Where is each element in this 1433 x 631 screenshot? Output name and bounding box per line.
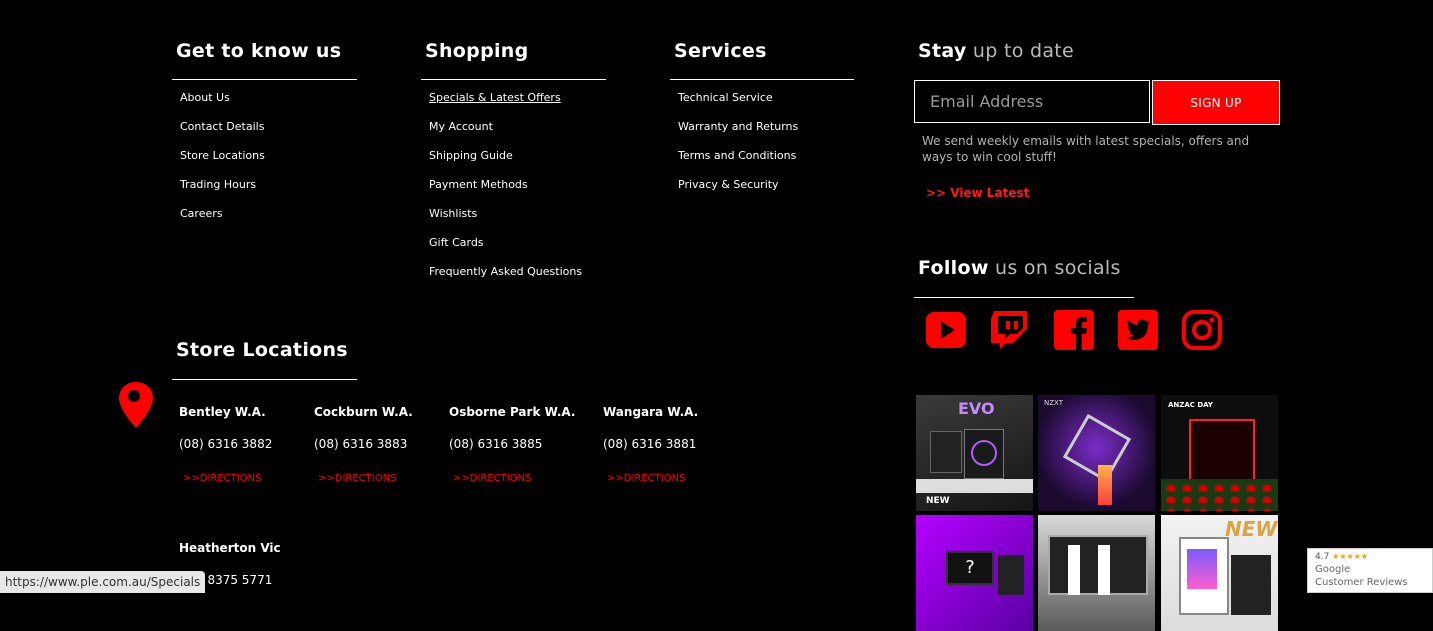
store-name: Cockburn W.A.	[314, 405, 413, 419]
services-links: Technical Service Warranty and Returns T…	[678, 88, 798, 204]
directions-link[interactable]: >>DIRECTIONS	[318, 473, 396, 484]
store-phone[interactable]: (08) 6316 3881	[603, 437, 696, 451]
careers-link[interactable]: Careers	[180, 207, 223, 220]
facebook-icon[interactable]	[1053, 309, 1095, 351]
instagram-tile[interactable]: NZXT	[1038, 395, 1155, 511]
trading-hours-link[interactable]: Trading Hours	[180, 178, 256, 191]
gift-cards-link[interactable]: Gift Cards	[429, 236, 484, 249]
directions-link[interactable]: >>DIRECTIONS	[183, 473, 261, 484]
warranty-returns-link[interactable]: Warranty and Returns	[678, 120, 798, 133]
instagram-tile[interactable]: EVO NEW	[916, 395, 1033, 511]
email-field-wrapper	[914, 80, 1150, 123]
column-title-shopping: Shopping	[425, 40, 529, 62]
instagram-tile[interactable]: ?	[916, 515, 1033, 631]
store-phone[interactable]: (08) 6316 3885	[449, 437, 542, 451]
store-name: Osborne Park W.A.	[449, 405, 576, 419]
status-bar-url: https://www.ple.com.au/Specials	[0, 571, 206, 593]
directions-link[interactable]: >>DIRECTIONS	[607, 473, 685, 484]
column-title-services: Services	[674, 40, 767, 62]
customer-reviews-label: Customer Reviews	[1315, 577, 1408, 588]
view-latest-link[interactable]: >> View Latest	[926, 186, 1029, 200]
store-name: Heatherton Vic	[179, 541, 281, 555]
about-us-link[interactable]: About Us	[180, 91, 230, 104]
shipping-guide-link[interactable]: Shipping Guide	[429, 149, 513, 162]
store-locations-title: Store Locations	[176, 339, 348, 361]
column-title-get-to-know-us: Get to know us	[176, 40, 342, 62]
shopping-links: Specials & Latest Offers My Account Ship…	[429, 88, 582, 291]
newsletter-title: Stay up to date	[918, 40, 1075, 62]
directions-link[interactable]: >>DIRECTIONS	[453, 473, 531, 484]
payment-methods-link[interactable]: Payment Methods	[429, 178, 528, 191]
socials-title: Follow us on socials	[918, 257, 1121, 279]
instagram-tile[interactable]: NEW	[1161, 515, 1278, 631]
instagram-tile[interactable]	[1038, 515, 1155, 631]
map-pin-icon	[119, 382, 153, 428]
sign-up-button[interactable]: SIGN UP	[1152, 80, 1280, 125]
divider	[172, 79, 357, 80]
my-account-link[interactable]: My Account	[429, 120, 493, 133]
specials-link[interactable]: Specials & Latest Offers	[429, 91, 561, 104]
get-to-know-us-links: About Us Contact Details Store Locations…	[180, 88, 265, 233]
rating-stars: ★★★★★	[1332, 552, 1369, 561]
rating-value: 4.7	[1315, 552, 1330, 562]
store-name: Wangara W.A.	[603, 405, 699, 419]
instagram-icon[interactable]	[1181, 309, 1223, 351]
newsletter-note: We send weekly emails with latest specia…	[922, 134, 1250, 164]
divider	[421, 79, 606, 80]
store-phone[interactable]: (08) 6316 3882	[179, 437, 272, 451]
wishlists-link[interactable]: Wishlists	[429, 207, 477, 220]
divider	[670, 79, 854, 80]
instagram-tile[interactable]: ANZAC DAY	[1161, 395, 1278, 511]
google-reviews-badge[interactable]: 4.7 ★★★★★ Google Customer Reviews	[1307, 548, 1433, 593]
twitch-icon[interactable]	[989, 309, 1031, 351]
contact-details-link[interactable]: Contact Details	[180, 120, 264, 133]
divider	[914, 297, 1134, 298]
youtube-icon[interactable]	[925, 309, 967, 351]
terms-link[interactable]: Terms and Conditions	[678, 149, 796, 162]
email-input[interactable]	[915, 81, 1149, 122]
store-name: Bentley W.A.	[179, 405, 266, 419]
store-locations-link[interactable]: Store Locations	[180, 149, 265, 162]
technical-service-link[interactable]: Technical Service	[678, 91, 773, 104]
store-phone[interactable]: (08) 6316 3883	[314, 437, 407, 451]
twitter-icon[interactable]	[1117, 309, 1159, 351]
google-label: Google	[1315, 564, 1351, 575]
divider	[172, 379, 357, 380]
faq-link[interactable]: Frequently Asked Questions	[429, 265, 582, 278]
privacy-link[interactable]: Privacy & Security	[678, 178, 779, 191]
